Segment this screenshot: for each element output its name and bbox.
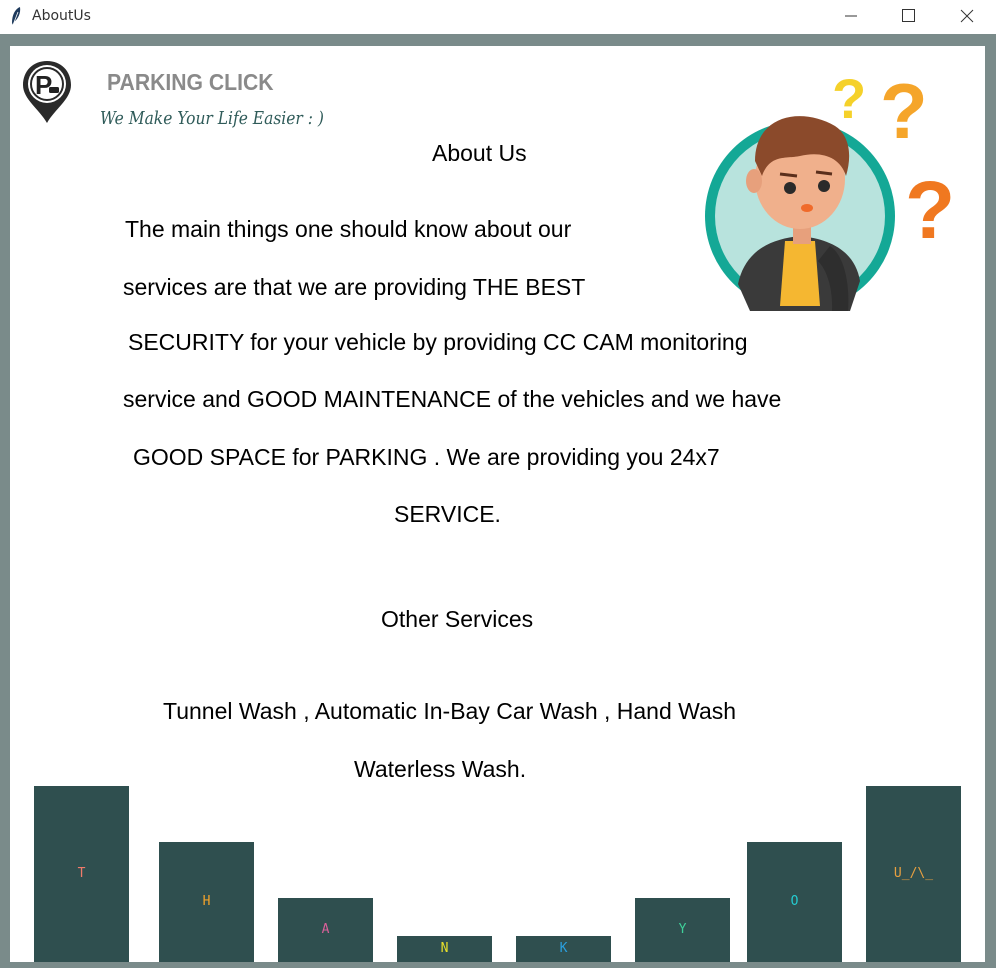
thanks-bar: A	[278, 898, 373, 962]
thanks-bar: O	[747, 842, 842, 962]
svg-text:?: ?	[832, 67, 866, 130]
window-title: AboutUs	[32, 8, 91, 24]
about-us-content: P PARKING CLICK We Make Your Life Easier…	[10, 46, 985, 962]
thanks-letter: N	[440, 941, 449, 956]
feather-icon	[12, 7, 21, 26]
about-line: SERVICE.	[394, 501, 501, 527]
thanks-bar: N	[397, 936, 492, 962]
confused-person-with-question-marks-icon: ? ? ?	[705, 67, 955, 311]
about-line: SECURITY for your vehicle by providing C…	[128, 329, 748, 355]
logo-letter: P	[35, 70, 52, 100]
thanks-bar: T	[34, 786, 129, 962]
thanks-letter: H	[202, 894, 211, 909]
parking-pin-icon: P	[23, 61, 71, 123]
services-line: Tunnel Wash , Automatic In-Bay Car Wash …	[163, 698, 737, 724]
minimize-icon[interactable]	[828, 0, 874, 32]
thanks-letter: O	[790, 894, 799, 909]
about-line: GOOD SPACE for PARKING . We are providin…	[133, 444, 720, 470]
thanks-bar: K	[516, 936, 611, 962]
svg-text:?: ?	[880, 67, 928, 155]
brand-name: PARKING CLICK	[107, 69, 274, 95]
services-heading: Other Services	[381, 606, 534, 632]
thanks-bar: Y	[635, 898, 730, 962]
about-heading: About Us	[432, 140, 527, 166]
title-bar: AboutUs	[0, 0, 996, 34]
thanks-letter: Y	[678, 922, 687, 937]
brand-tagline: We Make Your Life Easier : )	[100, 108, 324, 129]
about-line: The main things one should know about ou…	[125, 216, 572, 242]
about-line: service and GOOD MAINTENANCE of the vehi…	[123, 386, 782, 412]
thanks-letter: K	[559, 941, 568, 956]
close-icon[interactable]	[944, 0, 990, 32]
maximize-icon[interactable]	[885, 0, 931, 32]
svg-text:?: ?	[905, 165, 955, 256]
thanks-bar: U_/\_	[866, 786, 961, 962]
thanks-letter: T	[77, 866, 86, 881]
services-line: Waterless Wash.	[354, 756, 527, 782]
thanks-bar: H	[159, 842, 254, 962]
about-line: services are that we are providing THE B…	[123, 274, 586, 300]
thanks-letter: A	[321, 922, 330, 937]
thanks-letter: U_/\_	[893, 866, 934, 881]
